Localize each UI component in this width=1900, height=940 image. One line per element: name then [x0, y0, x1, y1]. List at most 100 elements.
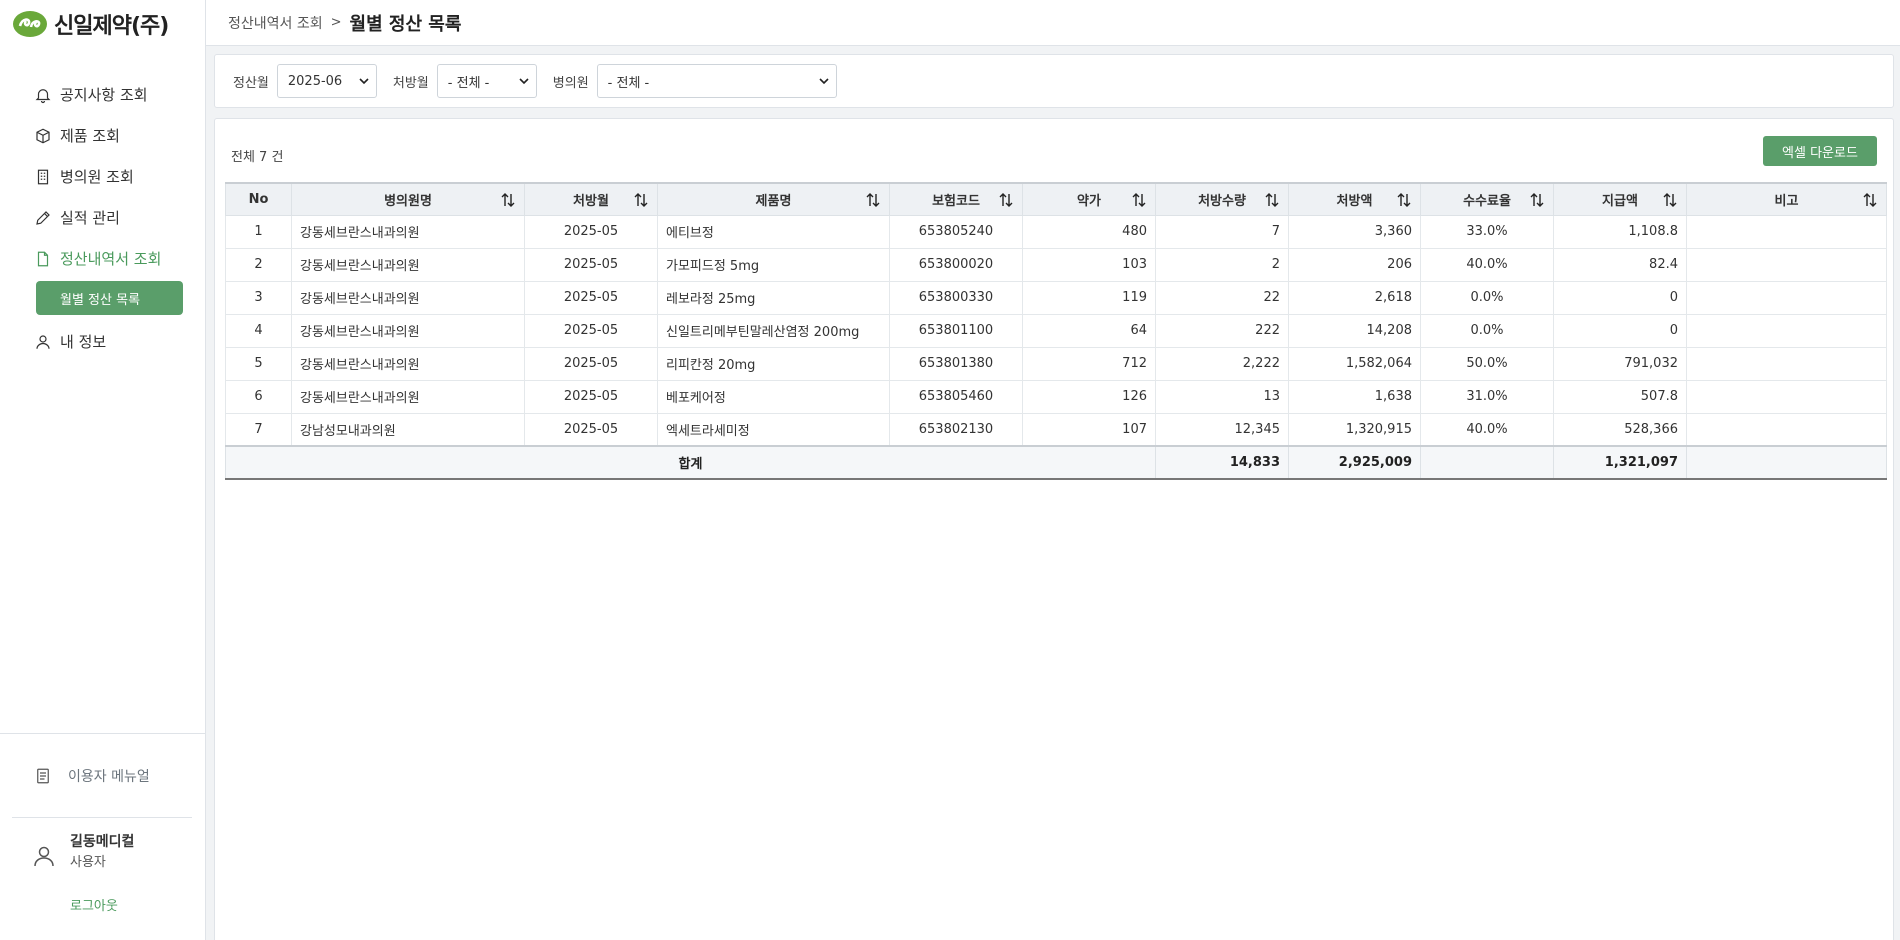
cell-hospital: 강동세브란스내과의원	[291, 313, 525, 348]
table-row[interactable]: 5 강동세브란스내과의원 2025-05 리피칸정 20mg 653801380…	[225, 346, 1887, 381]
sidebar-item-hospitals[interactable]: 병의원 조회	[0, 156, 206, 197]
rx-month-label: 처방월	[392, 75, 429, 91]
cell-code: 653805240	[889, 214, 1023, 249]
settle-month-value: 2025-06	[287, 73, 343, 89]
cell-pay: 528,366	[1553, 412, 1687, 447]
sidebar-item-label: 병의원 조회	[60, 168, 134, 186]
table-row[interactable]: 4 강동세브란스내과의원 2025-05 신일트리메부틴말레산염정 200mg …	[225, 313, 1887, 348]
cell-pay: 1,108.8	[1553, 214, 1687, 249]
cell-product: 신일트리메부틴말레산염정 200mg	[657, 313, 890, 348]
sort-icon[interactable]	[1396, 192, 1412, 208]
col-header-code[interactable]: 보험코드	[889, 182, 1023, 216]
cell-rx-month: 2025-05	[524, 379, 658, 414]
hospital-select[interactable]: - 전체 -	[596, 64, 837, 98]
user-role: 사용자	[70, 855, 106, 870]
table-row[interactable]: 7 강남성모내과의원 2025-05 엑세트라세미정 653802130 107…	[225, 412, 1887, 447]
cell-qty: 2	[1155, 247, 1289, 282]
cell-no: 5	[225, 346, 292, 381]
cell-rx-month: 2025-05	[524, 346, 658, 381]
col-header-hospital[interactable]: 병의원명	[291, 182, 525, 216]
cell-pay: 507.8	[1553, 379, 1687, 414]
cell-rate: 0.0%	[1420, 280, 1554, 315]
total-count: 전체 7 건	[231, 150, 284, 165]
logout-link[interactable]: 로그아웃	[70, 895, 118, 914]
cell-note	[1686, 280, 1887, 315]
cell-no: 2	[225, 247, 292, 282]
sort-icon[interactable]	[1862, 192, 1878, 208]
cell-pay: 791,032	[1553, 346, 1687, 381]
cell-price: 103	[1022, 247, 1156, 282]
cell-rx-month: 2025-05	[524, 214, 658, 249]
sort-icon[interactable]	[998, 192, 1014, 208]
cell-amount: 3,360	[1288, 214, 1421, 249]
sort-icon[interactable]	[1264, 192, 1280, 208]
cell-product: 엑세트라세미정	[657, 412, 890, 447]
user-manual-link[interactable]: 이용자 메뉴얼	[34, 765, 150, 787]
chevron-down-icon	[519, 78, 529, 85]
sidebar-item-performance[interactable]: 실적 관리	[0, 197, 206, 238]
col-header-rate[interactable]: 수수료율	[1420, 182, 1554, 216]
table-row[interactable]: 6 강동세브란스내과의원 2025-05 베포케어정 653805460 126…	[225, 379, 1887, 414]
table-row[interactable]: 3 강동세브란스내과의원 2025-05 레보라정 25mg 653800330…	[225, 280, 1887, 315]
settlement-list-card: 전체 7 건 엑셀 다운로드 No 병의원명 처방월 제품명 보험코드 약가 처…	[214, 118, 1894, 940]
sidebar-item-label: 공지사항 조회	[60, 86, 148, 104]
breadcrumb[interactable]: 정산내역서 조회	[228, 13, 323, 33]
cell-qty: 222	[1155, 313, 1289, 348]
col-header-rx-month[interactable]: 처방월	[524, 182, 658, 216]
sort-icon[interactable]	[865, 192, 881, 208]
sort-icon[interactable]	[1131, 192, 1147, 208]
col-header-pay[interactable]: 지급액	[1553, 182, 1687, 216]
cell-amount: 14,208	[1288, 313, 1421, 348]
company-logo[interactable]: 신일제약(주)	[12, 9, 169, 39]
excel-download-button[interactable]: 엑셀 다운로드	[1763, 136, 1877, 166]
cell-no: 7	[225, 412, 292, 447]
cell-price: 480	[1022, 214, 1156, 249]
sort-icon[interactable]	[500, 192, 516, 208]
cell-rate: 0.0%	[1420, 313, 1554, 348]
cell-qty: 13	[1155, 379, 1289, 414]
user-profile: 길동메디컬 사용자	[32, 832, 134, 874]
col-header-price[interactable]: 약가	[1022, 182, 1156, 216]
sidebar-item-my-info[interactable]: 내 정보	[0, 321, 206, 362]
sidebar-item-notice[interactable]: 공지사항 조회	[0, 74, 206, 115]
box-icon	[36, 128, 50, 143]
settle-month-select[interactable]: 2025-06	[276, 64, 377, 98]
breadcrumb-separator: >	[330, 15, 342, 30]
sidebar-item-products[interactable]: 제품 조회	[0, 115, 206, 156]
sidebar-item-label: 제품 조회	[60, 127, 120, 145]
cell-note	[1686, 247, 1887, 282]
cell-code: 653805460	[889, 379, 1023, 414]
cell-note	[1686, 346, 1887, 381]
table-row[interactable]: 1 강동세브란스내과의원 2025-05 에티브정 653805240 480 …	[225, 214, 1887, 249]
sort-icon[interactable]	[633, 192, 649, 208]
document-icon	[37, 251, 49, 266]
sidebar-item-label: 실적 관리	[60, 209, 120, 227]
cell-rx-month: 2025-05	[524, 313, 658, 348]
rx-month-select[interactable]: - 전체 -	[436, 64, 537, 98]
col-header-qty[interactable]: 처방수량	[1155, 182, 1289, 216]
total-label: 합계	[225, 445, 1156, 480]
pencil-icon	[36, 210, 50, 225]
col-header-amount[interactable]: 처방액	[1288, 182, 1421, 216]
cell-hospital: 강동세브란스내과의원	[291, 214, 525, 249]
sort-icon[interactable]	[1529, 192, 1545, 208]
sidebar-subitem-monthly-settlement[interactable]: 월별 정산 목록	[36, 281, 183, 315]
cell-hospital: 강동세브란스내과의원	[291, 346, 525, 381]
sidebar-item-settlement[interactable]: 정산내역서 조회	[0, 238, 206, 279]
sidebar-item-label: 정산내역서 조회	[60, 250, 162, 268]
col-header-note[interactable]: 비고	[1686, 182, 1887, 216]
sort-icon[interactable]	[1662, 192, 1678, 208]
cell-code: 653801380	[889, 346, 1023, 381]
cell-hospital: 강동세브란스내과의원	[291, 280, 525, 315]
cell-product: 베포케어정	[657, 379, 890, 414]
settlement-table: No 병의원명 처방월 제품명 보험코드 약가 처방수량 처방액 수수료율 지급…	[225, 182, 1887, 480]
col-header-product[interactable]: 제품명	[657, 182, 890, 216]
total-note-empty	[1686, 445, 1887, 480]
cell-hospital: 강동세브란스내과의원	[291, 247, 525, 282]
cell-hospital: 강남성모내과의원	[291, 412, 525, 447]
chevron-down-icon	[819, 78, 829, 85]
table-row[interactable]: 2 강동세브란스내과의원 2025-05 가모피드정 5mg 653800020…	[225, 247, 1887, 282]
cell-hospital: 강동세브란스내과의원	[291, 379, 525, 414]
cell-price: 712	[1022, 346, 1156, 381]
cell-no: 4	[225, 313, 292, 348]
